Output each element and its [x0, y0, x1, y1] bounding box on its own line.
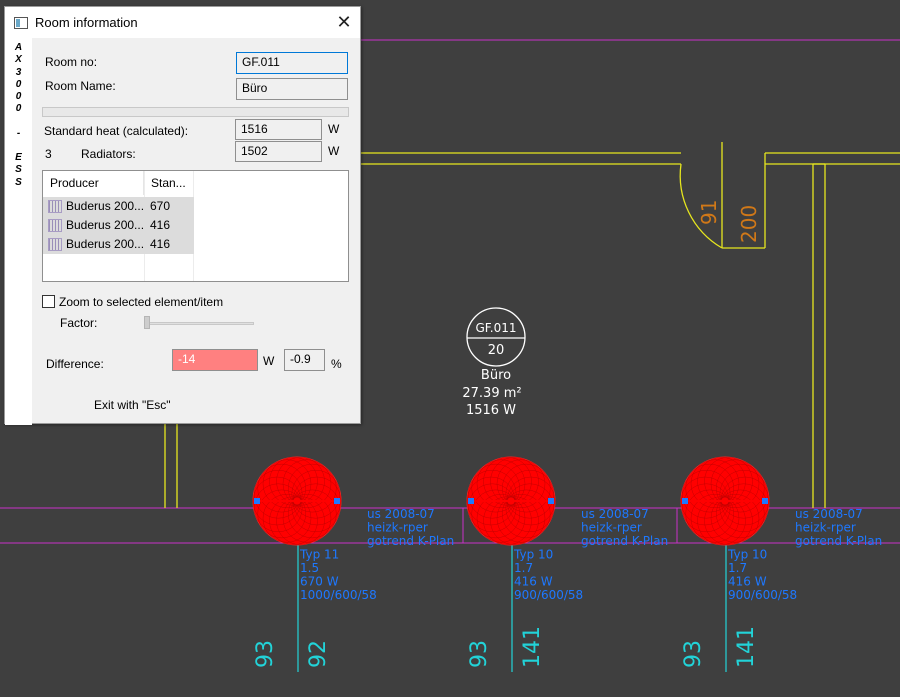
radiator-label-line: heizk-rper [367, 521, 428, 535]
zoom-label: Zoom to selected element/item [59, 295, 224, 309]
brand-letter: X [15, 54, 22, 66]
radiator-list[interactable]: Producer Stan... Buderus 200... 670 Bude… [42, 170, 349, 282]
door-width-text: 91 [697, 200, 721, 225]
room-tag-name: Büro [481, 368, 511, 383]
table-row[interactable]: Buderus 200... 416 [43, 235, 194, 254]
producer-cell: Buderus 200... [66, 237, 145, 251]
dimension-text: 93 [681, 640, 706, 668]
radiator-connector [762, 498, 768, 504]
radiator-label-line: 1.5 [300, 561, 319, 575]
radiator-label-line: 670 W [300, 575, 339, 589]
radiator-label-line: 1000/600/58 [300, 588, 377, 602]
standard-cell: 670 [150, 199, 171, 213]
radiators-field[interactable]: 1502 [235, 141, 322, 162]
standard-cell: 416 [150, 218, 171, 232]
room-tag-heat: 1516 W [466, 403, 516, 418]
radiator-label-line: 416 W [514, 575, 553, 589]
separator-bar [42, 107, 349, 117]
radiators-unit: W [328, 144, 340, 158]
radiator-count: 3 [45, 147, 52, 161]
radiator-label-line: gotrend K-Plan [367, 534, 454, 548]
room-tag[interactable]: GF.011 20 Büro 27.39 m² 1516 W [462, 307, 526, 418]
radiator-label-line: 416 W [728, 575, 767, 589]
brand-letter: A [14, 42, 23, 53]
standard-heat-unit: W [328, 122, 340, 136]
exit-hint: Exit with "Esc" [94, 398, 171, 412]
brand-letter: 0 [15, 103, 22, 115]
radiator-label-line: heizk-rper [581, 521, 642, 535]
room-no-field[interactable]: GF.011 [236, 52, 348, 74]
column-header-producer[interactable]: Producer [43, 171, 144, 195]
radiator-connector [334, 498, 340, 504]
difference-percent-field[interactable]: -0.9 [284, 349, 325, 371]
radiator-label-line: 900/600/58 [728, 588, 797, 602]
room-name-field[interactable]: Büro [236, 78, 348, 100]
difference-watts-field[interactable]: -14 [172, 349, 258, 371]
close-icon[interactable]: ✕ [328, 7, 360, 38]
standard-heat-field[interactable]: 1516 [235, 119, 322, 140]
dialog-titlebar[interactable]: Room information ✕ [5, 7, 360, 38]
table-row[interactable]: Buderus 200... 416 [43, 216, 194, 235]
door-height-text: 200 [737, 205, 761, 243]
radiator-label-line: Typ 11 [299, 548, 339, 562]
column-header-standard[interactable]: Stan... [144, 171, 194, 195]
radiator-label-line: us 2008-07 [367, 507, 435, 521]
radiator-label-line: us 2008-07 [795, 507, 863, 521]
factor-slider-track[interactable] [146, 322, 254, 325]
producer-cell: Buderus 200... [66, 199, 145, 213]
radiator-label-line: 1.7 [728, 561, 747, 575]
dimension-text: 141 [734, 626, 759, 668]
brand-letter: S [15, 164, 22, 176]
difference-label: Difference: [46, 357, 104, 371]
standard-heat-label: Standard heat (calculated): [44, 124, 189, 138]
dialog-title: Room information [35, 15, 138, 30]
radiator-icon [48, 238, 62, 251]
window-icon [14, 17, 28, 29]
difference-percent-unit: % [331, 357, 342, 371]
radiator-connector [682, 498, 688, 504]
radiator-symbol[interactable] [252, 456, 342, 672]
room-tag-height: 20 [488, 343, 505, 358]
radiator-connector [548, 498, 554, 504]
radiator-layer: us 2008-07heizk-rpergotrend K-PlanTyp 11… [252, 456, 882, 672]
standard-cell: 416 [150, 237, 171, 251]
radiator-icon [48, 219, 62, 232]
brand-letter: - [16, 127, 21, 139]
room-no-label: Room no: [45, 55, 98, 69]
radiator-label-line: 900/600/58 [514, 588, 583, 602]
radiator-label-line: 1.7 [514, 561, 533, 575]
room-tag-area: 27.39 m² [462, 386, 521, 401]
table-row[interactable]: Buderus 200... 670 [43, 197, 194, 216]
zoom-checkbox[interactable] [42, 295, 55, 308]
room-information-dialog[interactable]: Room information ✕ AX3000-ESS Room no: G… [4, 6, 361, 425]
dimension-text: 93 [467, 640, 492, 668]
brand-strip: AX3000-ESS [5, 38, 32, 425]
radiator-connector [468, 498, 474, 504]
factor-label: Factor: [60, 316, 98, 330]
dimension-text: 92 [306, 640, 331, 668]
brand-letter: 0 [15, 78, 22, 90]
radiator-label-line: Typ 10 [727, 548, 767, 562]
radiator-label-line: us 2008-07 [581, 507, 649, 521]
brand-letter: S [15, 176, 22, 188]
brand-letter: 3 [15, 66, 22, 78]
room-tag-number: GF.011 [476, 321, 517, 335]
radiator-label-line: gotrend K-Plan [581, 534, 668, 548]
factor-slider-thumb[interactable] [144, 316, 150, 329]
difference-watts-unit: W [263, 354, 275, 368]
brand-letter: 0 [15, 91, 22, 103]
radiators-label: Radiators: [81, 147, 136, 161]
dimension-text: 93 [253, 640, 278, 668]
radiator-label-line: heizk-rper [795, 521, 856, 535]
room-name-label: Room Name: [45, 79, 116, 93]
radiator-label-line: gotrend K-Plan [795, 534, 882, 548]
producer-cell: Buderus 200... [66, 218, 145, 232]
brand-letter: E [15, 152, 22, 164]
radiator-icon [48, 200, 62, 213]
radiator-connector [254, 498, 260, 504]
radiator-label-line: Typ 10 [513, 548, 553, 562]
dimension-text: 141 [520, 626, 545, 668]
